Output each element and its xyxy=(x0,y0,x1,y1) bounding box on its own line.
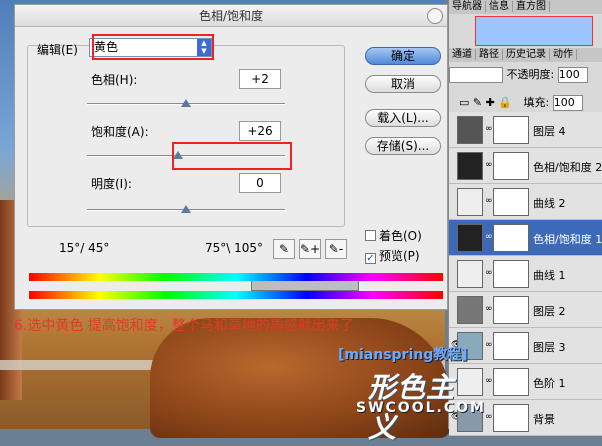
lightness-slider-thumb[interactable] xyxy=(181,205,191,213)
eyedropper-icon[interactable]: ✎ xyxy=(273,239,295,259)
load-button[interactable]: 载入(L)... xyxy=(365,109,441,127)
layer-name: 色相/饱和度 2 xyxy=(533,161,602,174)
layer-thumbnail[interactable] xyxy=(457,260,483,288)
fill-label: 填充: xyxy=(523,96,550,109)
link-icon: ∞ xyxy=(485,268,493,278)
layer-mask-thumbnail[interactable] xyxy=(493,152,529,180)
lightness-label: 明度(I): xyxy=(91,177,132,191)
colorize-label: 着色(O) xyxy=(379,229,422,243)
eyedropper-minus-icon[interactable]: ✎- xyxy=(325,239,347,259)
layer-mask-thumbnail[interactable] xyxy=(493,332,529,360)
ok-button[interactable]: 确定 xyxy=(365,47,441,65)
layer-mask-thumbnail[interactable] xyxy=(493,260,529,288)
adjust-group xyxy=(27,45,345,227)
link-icon: ∞ xyxy=(485,160,493,170)
layer-name: 色相/饱和度 1 xyxy=(533,233,602,246)
lock-fill-row: ▭ ✎ ✚ 🔒 填充: 100 xyxy=(449,94,602,111)
dialog-title: 色相/饱和度 xyxy=(198,9,264,23)
edit-label: 编辑(E) xyxy=(37,43,78,57)
layer-thumbnail[interactable] xyxy=(457,188,483,216)
layer-name: 曲线 2 xyxy=(533,197,566,210)
range-left-readout: 15°/ 45° xyxy=(59,241,110,255)
link-icon: ∞ xyxy=(485,124,493,134)
opacity-input[interactable]: 100 xyxy=(557,67,588,83)
dialog-titlebar: 色相/饱和度 xyxy=(15,5,447,27)
layers-panel: 导航器 信息 直方图 通道 路径 历史记录 动作 不透明度: 100 ▭ ✎ ✚ 🔒 填充… xyxy=(448,0,602,436)
colorize-checkbox[interactable]: 着色(O) xyxy=(365,227,422,244)
layer-name: 图层 2 xyxy=(533,305,566,318)
saturation-input[interactable]: +26 xyxy=(239,121,281,141)
preview-checkbox[interactable]: ✓ 预览(P) xyxy=(365,247,420,264)
tab-info[interactable]: 信息 xyxy=(486,1,513,12)
tab-actions[interactable]: 动作 xyxy=(550,49,577,60)
layer-row[interactable]: ∞ 图层 2 xyxy=(449,292,602,328)
layer-mask-thumbnail[interactable] xyxy=(493,224,529,252)
layer-row[interactable]: ∞ 色相/饱和度 1 xyxy=(449,220,602,256)
annotation-text: 6.选中黄色 提高饱和度，整个马和草地的质感就出来了 xyxy=(14,318,354,334)
close-button[interactable] xyxy=(427,8,443,24)
link-icon: ∞ xyxy=(485,412,493,422)
hue-slider-thumb[interactable] xyxy=(181,99,191,107)
layer-row[interactable]: ∞ 曲线 2 xyxy=(449,184,602,220)
link-icon: ∞ xyxy=(485,340,493,350)
colorize-box[interactable] xyxy=(365,230,376,241)
layer-row[interactable]: ∞ 曲线 1 xyxy=(449,256,602,292)
blend-mode-select[interactable] xyxy=(449,67,503,83)
layer-name: 图层 3 xyxy=(533,341,566,354)
layer-row[interactable]: ∞ 图层 4 xyxy=(449,112,602,148)
opacity-row: 不透明度: 100 xyxy=(449,66,602,83)
tab-paths[interactable]: 路径 xyxy=(476,49,503,60)
annotation-box-edit xyxy=(92,34,214,60)
layer-mask-thumbnail[interactable] xyxy=(493,404,529,432)
panel-tabs: 导航器 信息 直方图 xyxy=(449,0,602,14)
link-icon: ∞ xyxy=(485,376,493,386)
layer-name: 色阶 1 xyxy=(533,377,566,390)
range-selector[interactable] xyxy=(251,281,359,291)
spectrum-bar-top xyxy=(29,273,443,281)
preview-box[interactable]: ✓ xyxy=(365,253,376,264)
save-button[interactable]: 存储(S)... xyxy=(365,137,441,155)
opacity-label: 不透明度: xyxy=(506,68,555,81)
tab-history[interactable]: 历史记录 xyxy=(503,49,550,60)
tab-navigator[interactable]: 导航器 xyxy=(449,1,486,12)
tab-histogram[interactable]: 直方图 xyxy=(513,1,550,12)
watermark-line1: [mianspring教程] xyxy=(338,347,468,363)
panel-subtabs: 通道 路径 历史记录 动作 xyxy=(449,48,602,62)
layer-name: 曲线 1 xyxy=(533,269,566,282)
annotation-box-saturation xyxy=(172,142,292,170)
layer-mask-thumbnail[interactable] xyxy=(493,188,529,216)
hue-label: 色相(H): xyxy=(91,73,138,87)
navigator-preview xyxy=(475,16,593,46)
layer-thumbnail[interactable] xyxy=(457,296,483,324)
layer-mask-thumbnail[interactable] xyxy=(493,116,529,144)
eyedropper-plus-icon[interactable]: ✎+ xyxy=(299,239,321,259)
layer-thumbnail[interactable] xyxy=(457,152,483,180)
preview-label: 预览(P) xyxy=(379,249,420,263)
range-right-readout: 75°\ 105° xyxy=(205,241,264,255)
watermark: [mianspring教程] 形色主义 SWCOOL.COM xyxy=(338,344,484,444)
layer-name: 图层 4 xyxy=(533,125,566,138)
link-icon: ∞ xyxy=(485,196,493,206)
layer-row[interactable]: ∞ 色阶 1 xyxy=(449,364,602,400)
tab-channels[interactable]: 通道 xyxy=(449,49,476,60)
lock-icons[interactable]: ▭ ✎ ✚ 🔒 xyxy=(459,96,512,109)
layer-mask-thumbnail[interactable] xyxy=(493,296,529,324)
cancel-button[interactable]: 取消 xyxy=(365,75,441,93)
layer-row[interactable]: ∞ 色相/饱和度 2 xyxy=(449,148,602,184)
saturation-label: 饱和度(A): xyxy=(91,125,149,139)
layer-thumbnail[interactable] xyxy=(457,116,483,144)
spectrum-bar-bottom xyxy=(29,291,443,299)
hue-input[interactable]: +2 xyxy=(239,69,281,89)
layer-name: 背景 xyxy=(533,413,555,426)
fill-input[interactable]: 100 xyxy=(552,95,583,111)
link-icon: ∞ xyxy=(485,304,493,314)
lightness-input[interactable]: 0 xyxy=(239,173,281,193)
layer-mask-thumbnail[interactable] xyxy=(493,368,529,396)
watermark-line3: SWCOOL.COM xyxy=(356,400,486,416)
link-icon: ∞ xyxy=(485,232,493,242)
layer-thumbnail[interactable] xyxy=(457,224,483,252)
layer-row[interactable]: 👁∞图层 3 xyxy=(449,328,602,364)
